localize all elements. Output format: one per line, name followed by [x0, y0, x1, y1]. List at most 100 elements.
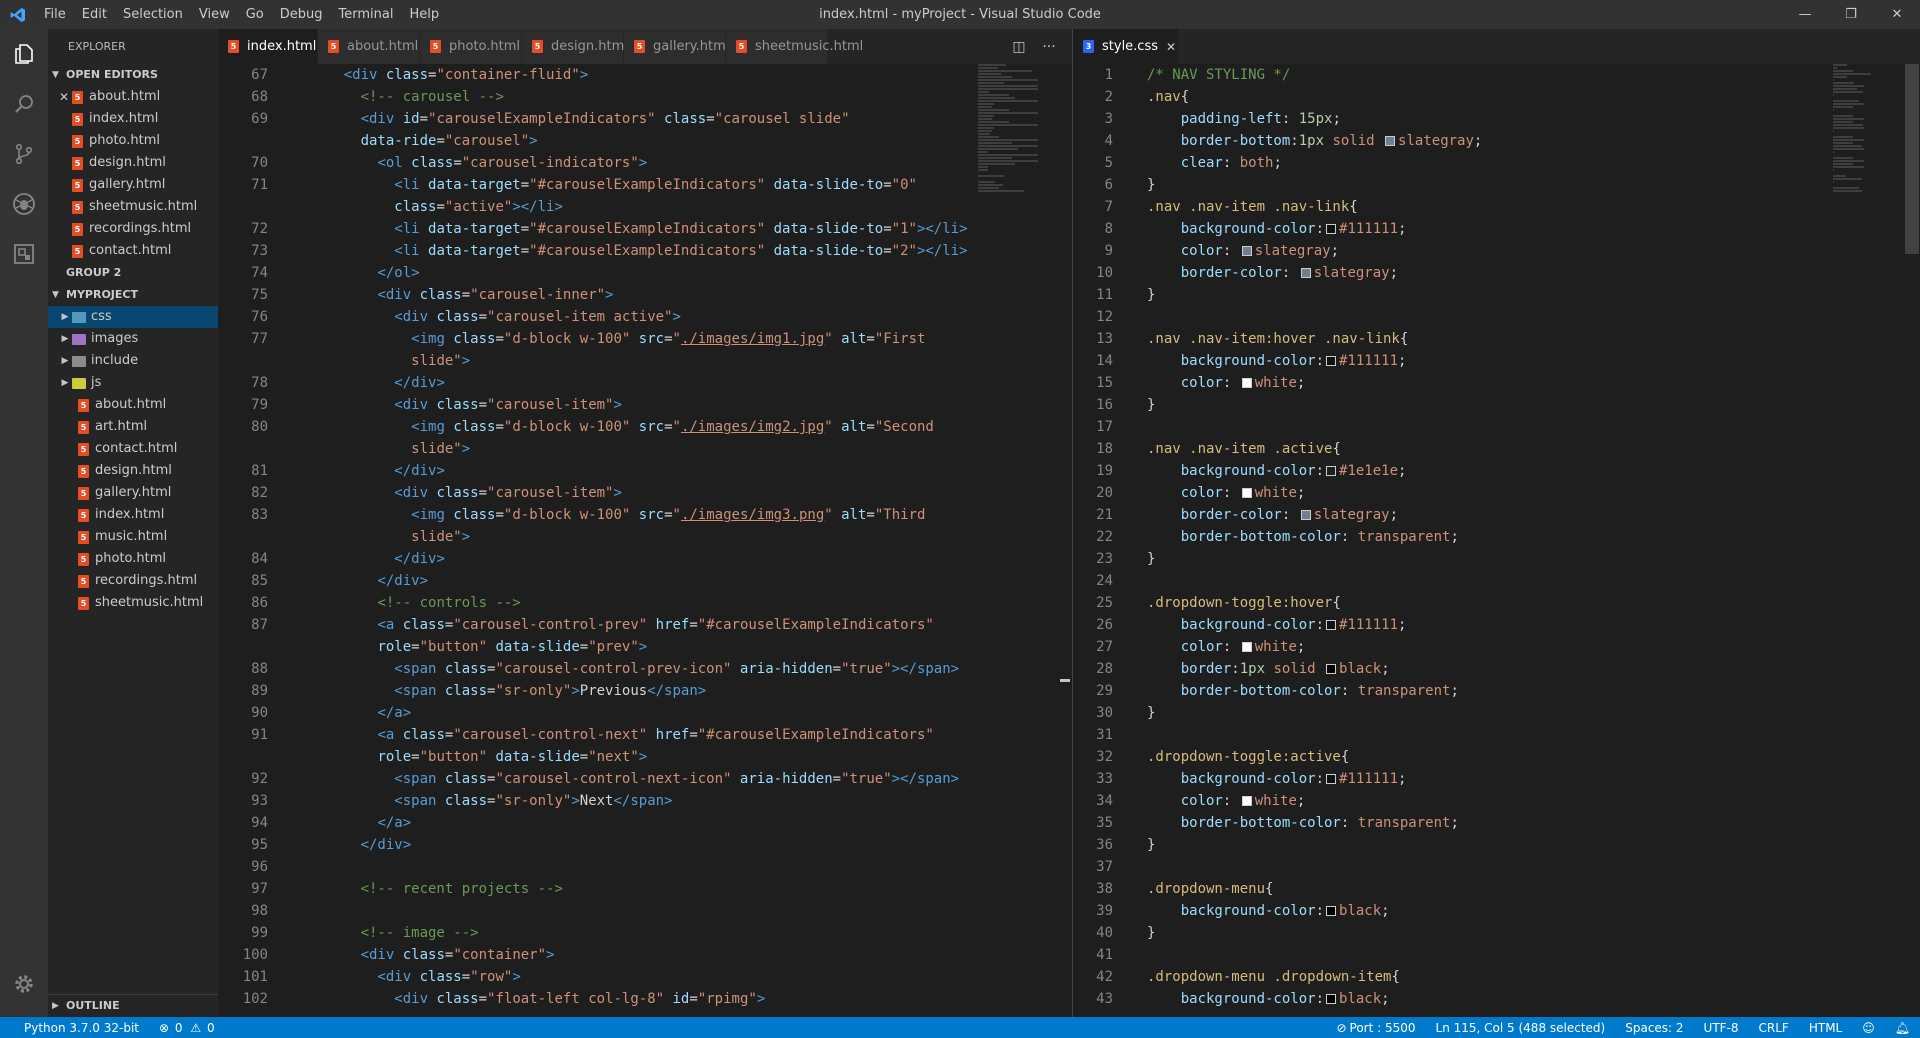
code-line[interactable]: }	[1147, 702, 1482, 724]
code-line[interactable]: background-color: #111111;	[1147, 768, 1482, 790]
code-line[interactable]: background-color: #111111;	[1147, 350, 1482, 372]
close-window-button[interactable]: ✕	[1874, 0, 1920, 29]
code-line[interactable]: .dropdown-menu .dropdown-item{	[1147, 966, 1482, 988]
code-line[interactable]: data-ride="carousel">	[310, 130, 968, 152]
code-line[interactable]: color: white;	[1147, 790, 1482, 812]
code-line[interactable]: clear: both;	[1147, 152, 1482, 174]
color-swatch-icon[interactable]	[1385, 136, 1396, 146]
vertical-scrollbar[interactable]	[1905, 64, 1919, 1017]
code-line[interactable]: <li data-target="#carouselExampleIndicat…	[310, 218, 967, 240]
color-swatch-icon[interactable]	[1326, 224, 1337, 234]
code-line[interactable]: .dropdown-menu{	[1147, 878, 1482, 900]
menu-file[interactable]: File	[36, 0, 74, 29]
file-item[interactable]: 5 index.html	[48, 504, 218, 526]
code-line[interactable]: }	[1147, 922, 1482, 944]
code-line[interactable]: <div class="carousel-inner">	[310, 284, 968, 306]
code-line[interactable]: <li data-target="#carouselExampleIndicat…	[310, 240, 967, 262]
code-line[interactable]: border-color: slategray;	[1147, 504, 1482, 526]
color-swatch-icon[interactable]	[1300, 510, 1311, 520]
folder-item-images[interactable]: ▶ images	[48, 328, 218, 350]
menu-terminal[interactable]: Terminal	[331, 0, 402, 29]
tab-gallery-html[interactable]: 5 gallery.html	[624, 29, 729, 64]
open-editor-item[interactable]: 5 contact.html	[48, 240, 218, 262]
code-lines[interactable]: /* NAV STYLING */.nav{ padding-left: 15p…	[1147, 64, 1482, 1010]
code-line[interactable]: .nav .nav-item .active{	[1147, 438, 1482, 460]
folder-item-js[interactable]: ▶ js	[48, 372, 218, 394]
code-line[interactable]: border-bottom-color: transparent;	[1147, 812, 1482, 834]
minimap[interactable]	[1833, 64, 1903, 193]
code-line[interactable]: slide">	[310, 350, 968, 372]
extensions-icon[interactable]	[0, 229, 48, 279]
code-line[interactable]: }	[1147, 174, 1482, 196]
code-line[interactable]: color: white;	[1147, 372, 1482, 394]
color-swatch-icon[interactable]	[1241, 378, 1252, 388]
code-line[interactable]: background-color: #111111;	[1147, 218, 1482, 240]
feedback-smiley-icon[interactable]: ☺	[1852, 1021, 1885, 1035]
file-item[interactable]: 5 gallery.html	[48, 482, 218, 504]
color-swatch-icon[interactable]	[1326, 466, 1337, 476]
code-line[interactable]: color: slategray;	[1147, 240, 1482, 262]
code-line[interactable]: <span class = "carousel-control-next-icon"…	[310, 768, 968, 790]
code-line[interactable]: }	[1147, 394, 1482, 416]
code-line[interactable]: <span class="sr-only">Next</span>	[310, 790, 968, 812]
code-line[interactable]: }	[1147, 548, 1482, 570]
code-line[interactable]: .dropdown-toggle:active{	[1147, 746, 1482, 768]
live-server-port[interactable]: ⊘ Port : 5500	[1326, 1021, 1425, 1035]
code-line[interactable]: <div class="float-left col-lg-8" id="rpi…	[310, 988, 968, 1010]
close-icon[interactable]: ✕	[1166, 40, 1176, 54]
code-line[interactable]: </div>	[310, 460, 968, 482]
code-line[interactable]	[1147, 724, 1482, 746]
myproject-section[interactable]: ▼ MYPROJECT	[48, 284, 218, 306]
code-line[interactable]: }	[1147, 834, 1482, 856]
color-swatch-icon[interactable]	[1300, 268, 1311, 278]
folder-item-css[interactable]: ▶ css	[48, 306, 218, 328]
color-swatch-icon[interactable]	[1326, 620, 1337, 630]
code-line[interactable]: border-color: slategray;	[1147, 262, 1482, 284]
minimize-button[interactable]: —	[1782, 0, 1828, 29]
open-editor-item[interactable]: 5 photo.html	[48, 130, 218, 152]
vertical-scrollbar[interactable]	[1058, 64, 1072, 1017]
code-line[interactable]: <ol class="carousel-indicators">	[310, 152, 968, 174]
code-line[interactable]: <a class="carousel-control-prev" href="#…	[310, 614, 968, 636]
code-line[interactable]: <div class="container-fluid">	[310, 64, 968, 86]
restore-button[interactable]: ❐	[1828, 0, 1874, 29]
menu-go[interactable]: Go	[238, 0, 272, 29]
debug-icon[interactable]	[0, 179, 48, 229]
explorer-icon[interactable]	[0, 29, 48, 79]
open-editor-item[interactable]: 5 sheetmusic.html	[48, 196, 218, 218]
code-line[interactable]	[1147, 306, 1482, 328]
file-item[interactable]: 5 photo.html	[48, 548, 218, 570]
code-line[interactable]: <li data-target="#carouselExampleIndicat…	[310, 174, 968, 196]
tab-style-css[interactable]: 3 style.css ✕	[1073, 29, 1179, 64]
open-editor-item[interactable]: ✕ 5 about.html	[48, 86, 218, 108]
code-line[interactable]: </a>	[310, 812, 968, 834]
more-actions-icon[interactable]: ···	[1034, 39, 1064, 55]
code-line[interactable]: border-bottom-color: transparent;	[1147, 680, 1482, 702]
code-line[interactable]: slide">	[310, 438, 968, 460]
file-item[interactable]: 5 art.html	[48, 416, 218, 438]
color-swatch-icon[interactable]	[1241, 796, 1252, 806]
cursor-position[interactable]: Ln 115, Col 5 (488 selected)	[1426, 1021, 1616, 1035]
menu-edit[interactable]: Edit	[74, 0, 115, 29]
color-swatch-icon[interactable]	[1241, 488, 1252, 498]
css-editor[interactable]: 1 2 3 4 5 6 7 8 9 10 11 12 13 14 15 16 17 18 19 20 21 22 23 24 2…	[1072, 64, 1920, 1017]
tab-index-html[interactable]: 5index.html✕	[218, 29, 334, 64]
open-editor-item[interactable]: 5 recordings.html	[48, 218, 218, 240]
code-line[interactable]: role="button" data-slide="prev">	[310, 636, 968, 658]
code-line[interactable]: .nav .nav-item:hover .nav-link{	[1147, 328, 1482, 350]
split-editor-icon[interactable]: ◫	[1004, 39, 1034, 55]
folder-item-include[interactable]: ▶ include	[48, 350, 218, 372]
code-line[interactable]: <img class="d-block w-100" src="./images…	[310, 504, 968, 526]
color-swatch-icon[interactable]	[1326, 906, 1337, 916]
code-line[interactable]: role="button" data-slide="next">	[310, 746, 968, 768]
color-swatch-icon[interactable]	[1326, 994, 1337, 1004]
code-line[interactable]: </ol>	[310, 262, 968, 284]
problems-indicator[interactable]: ⊗ 0 ⚠ 0	[149, 1021, 225, 1035]
code-line[interactable]: border-bottom:1px solid slategray;	[1147, 130, 1483, 152]
open-editor-item[interactable]: 5 index.html	[48, 108, 218, 130]
code-line[interactable]: </a>	[310, 702, 968, 724]
scrollbar-thumb[interactable]	[1060, 679, 1070, 682]
encoding[interactable]: UTF-8	[1694, 1021, 1749, 1035]
menu-selection[interactable]: Selection	[115, 0, 191, 29]
color-swatch-icon[interactable]	[1241, 246, 1252, 256]
